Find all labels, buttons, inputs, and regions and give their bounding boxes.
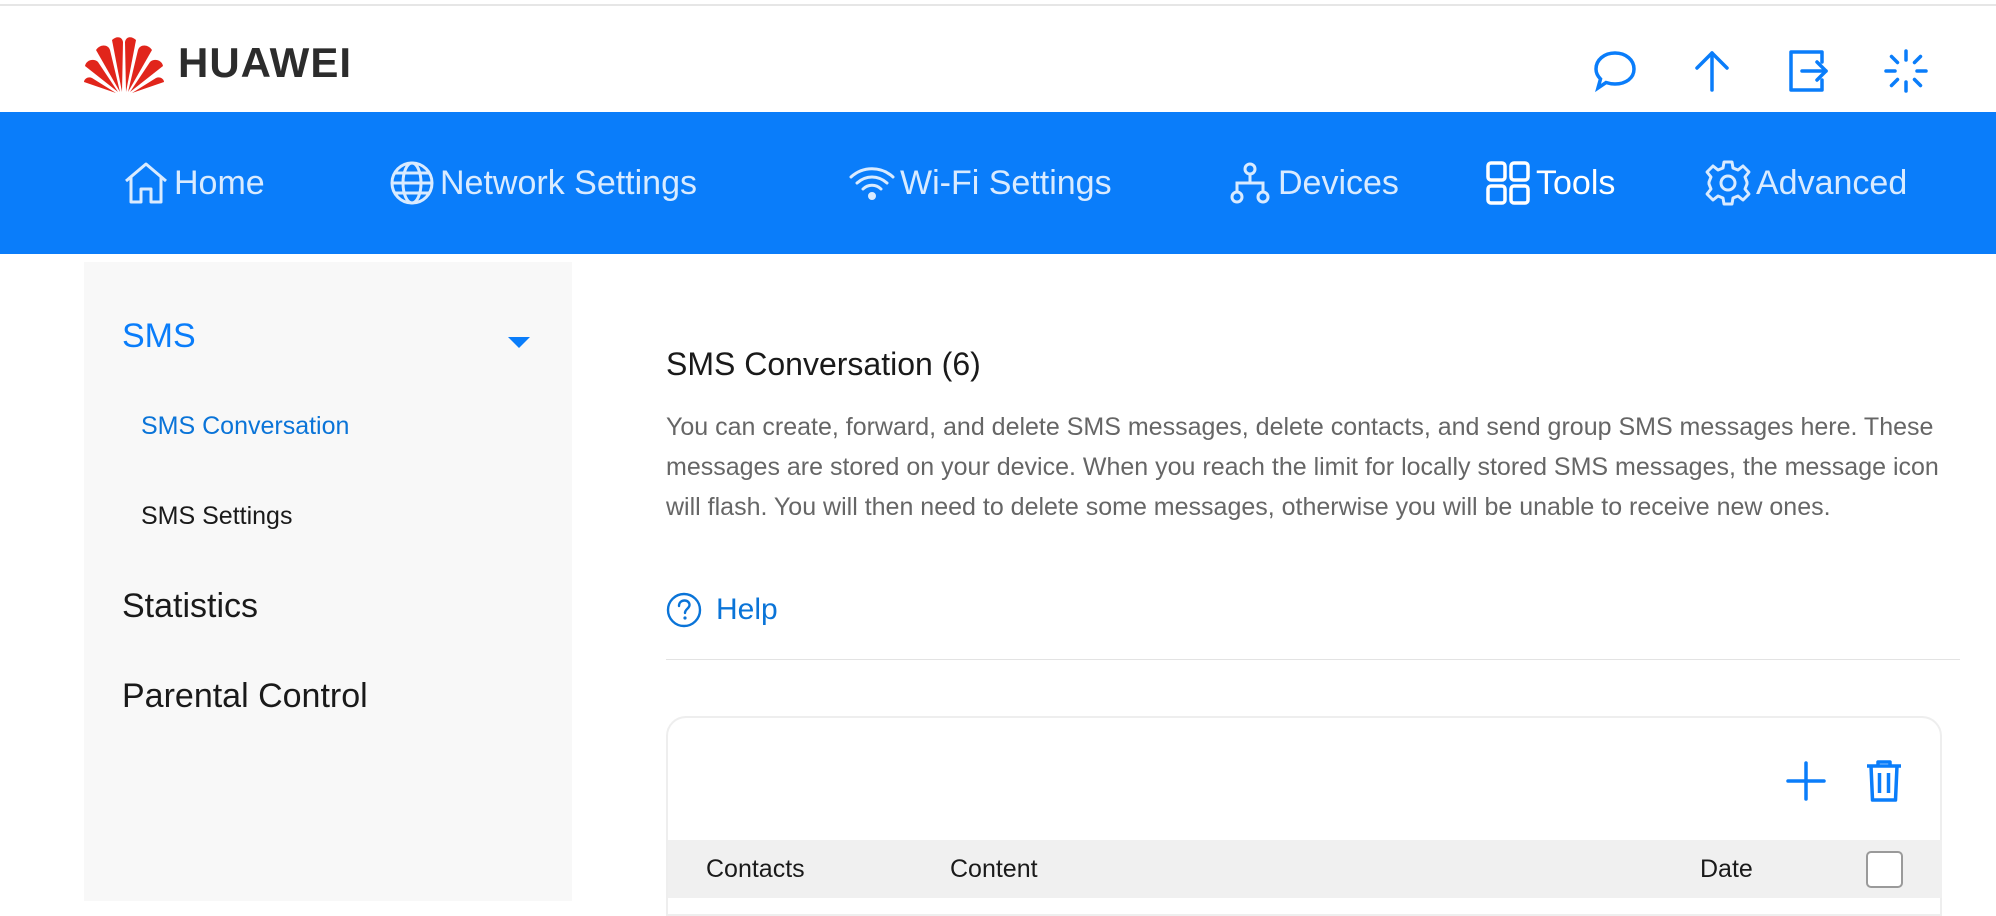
delete-sms-button[interactable] [1861,756,1907,806]
sidebar-group-parental-control[interactable]: Parental Control [122,677,368,716]
huawei-logo: HUAWEI [82,30,352,96]
sidebar: SMS SMS Conversation SMS Settings Statis… [84,262,572,901]
nav-wifi-settings[interactable]: Wi-Fi Settings [848,112,1112,254]
divider [666,659,1960,660]
trash-icon [1867,760,1901,802]
page-description: You can create, forward, and delete SMS … [666,413,1939,521]
main-nav: Home Network Settings Wi-Fi Settings Dev… [0,112,1996,254]
sidebar-item-label: SMS Settings [141,502,293,530]
huawei-flower-icon [84,37,164,93]
help-label: Help [716,593,778,626]
sidebar-item-sms-conversation[interactable]: SMS Conversation [141,412,349,441]
home-icon [125,162,167,204]
sidebar-group-label: Statistics [122,587,259,625]
nav-devices[interactable]: Devices [1226,112,1399,254]
main-content: SMS Conversation (6) You can create, for… [666,262,1960,916]
nav-label: Network Settings [440,163,697,202]
nav-tools[interactable]: Tools [1484,112,1615,254]
sidebar-group-statistics[interactable]: Statistics [122,587,258,626]
page-title: SMS Conversation (6) [666,346,981,382]
wifi-icon [849,167,895,200]
add-sms-button[interactable] [1783,756,1829,806]
plus-icon [1786,761,1826,801]
logo-text: HUAWEI [178,39,352,86]
loading-icon[interactable] [1881,46,1931,96]
select-all-checkbox[interactable] [1866,851,1903,888]
nav-home[interactable]: Home [122,112,265,254]
nav-label: Tools [1536,163,1616,202]
nav-advanced[interactable]: Advanced [1704,112,1907,254]
devices-icon [1230,162,1270,204]
column-header-contacts[interactable]: Contacts [706,855,805,884]
nav-label: Wi-Fi Settings [900,163,1112,202]
help-icon [666,592,702,628]
gear-icon [1705,160,1751,206]
tools-icon [1486,161,1530,205]
logout-icon[interactable] [1784,46,1834,96]
header-actions [1590,46,1978,96]
upload-icon[interactable] [1687,46,1737,96]
nav-label: Devices [1278,163,1399,202]
column-header-date[interactable]: Date [1700,855,1753,884]
table-header: Contacts Content Date [668,840,1942,898]
sidebar-group-label: Parental Control [122,677,368,715]
sidebar-item-sms-settings[interactable]: SMS Settings [141,502,292,531]
sidebar-item-label: SMS Conversation [141,412,350,440]
chevron-down-icon[interactable] [508,337,530,348]
column-header-content[interactable]: Content [950,855,1038,884]
sms-table-panel: Contacts Content Date [666,716,1942,916]
header: HUAWEI [0,6,1996,112]
help-link[interactable]: Help [666,592,778,628]
message-icon[interactable] [1590,46,1640,96]
nav-network-settings[interactable]: Network Settings [388,112,697,254]
sidebar-group-label: SMS [122,317,196,355]
sidebar-group-sms[interactable]: SMS [122,317,196,356]
nav-label: Home [174,163,265,202]
globe-icon [390,161,434,205]
nav-label: Advanced [1756,163,1908,202]
